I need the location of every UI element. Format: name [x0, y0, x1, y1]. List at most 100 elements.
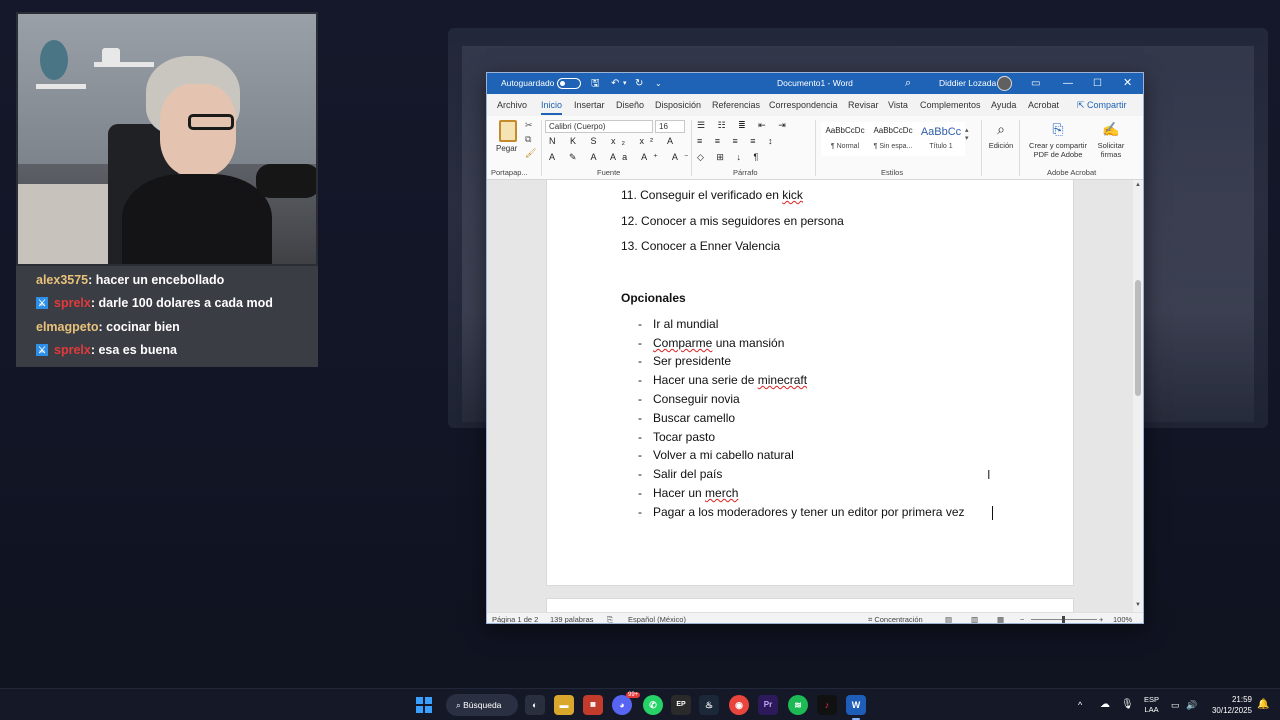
onedrive-icon[interactable]: ☁	[1100, 689, 1110, 720]
style-preview: AaBbCcDc	[825, 126, 865, 135]
paste-icon[interactable]	[499, 120, 517, 142]
request-signatures-button[interactable]: ✍ Solicitar firmas	[1093, 120, 1129, 159]
network-icon[interactable]: ▭	[1171, 689, 1180, 720]
copy-icon[interactable]: ⧉	[525, 134, 531, 145]
customize-toolbar-icon[interactable]: ⌄	[655, 73, 662, 94]
tab-archivo[interactable]: Archivo	[497, 100, 527, 110]
read-mode-icon[interactable]: ▤	[945, 615, 952, 623]
close-icon[interactable]: ✕	[1123, 73, 1132, 94]
redo-icon[interactable]: ↻	[635, 73, 643, 94]
list-item: Comparme una mansión	[653, 336, 784, 350]
webcam-figure	[102, 48, 120, 66]
tab-complementos[interactable]: Complementos	[920, 100, 981, 110]
style-normal[interactable]: AaBbCcDc ¶ Normal	[821, 122, 869, 156]
style-titulo-1[interactable]: AaBbCc Título 1	[917, 122, 965, 156]
undo-dropdown-icon[interactable]: ▾	[623, 73, 627, 94]
chat-message: ⚔ sprelx : darle 100 dolares a cada mod	[36, 292, 318, 316]
editing-button[interactable]: ⌕ Edición	[987, 120, 1015, 150]
search-icon[interactable]: ⌕	[905, 73, 911, 94]
tab-disposicion[interactable]: Disposición	[655, 100, 701, 110]
style-sin-espaciado[interactable]: AaBbCcDc ¶ Sin espa...	[869, 122, 917, 156]
save-icon[interactable]: 🖫	[591, 73, 600, 94]
maximize-icon[interactable]: ☐	[1093, 73, 1102, 94]
tray-overflow-icon[interactable]: ^	[1078, 689, 1082, 720]
windows-start-icon[interactable]	[416, 697, 432, 713]
chat-username: sprelx	[54, 296, 91, 311]
chrome-icon[interactable]: ◉	[729, 695, 749, 715]
styles-group-label: Estilos	[881, 168, 904, 177]
tab-vista[interactable]: Vista	[888, 100, 908, 110]
scroll-down-icon[interactable]: ▼	[1135, 602, 1141, 608]
list-buttons[interactable]: ☰ ☷ ≣ ⇤ ⇥	[697, 120, 791, 131]
create-pdf-button[interactable]: ⎘ Crear y compartir PDF de Adobe	[1023, 120, 1093, 159]
word-taskbar-icon[interactable]: W	[846, 695, 866, 715]
word-count[interactable]: 139 palabras	[550, 615, 593, 623]
format-painter-icon[interactable]: 🖌	[525, 148, 536, 159]
tab-referencias[interactable]: Referencias	[712, 100, 760, 110]
user-name[interactable]: Diddier Lozada	[939, 73, 996, 94]
tab-correspondencia[interactable]: Correspondencia	[769, 100, 838, 110]
taskbar-search[interactable]: ⌕ Búsqueda	[446, 694, 518, 716]
mouse-ibeam-cursor-icon: I	[987, 468, 991, 482]
title-bar: Autoguardado 🖫 ↶ ▾ ↻ ⌄ Documento1 - Word…	[487, 73, 1143, 94]
share-button[interactable]: ⇱ Compartir	[1073, 98, 1131, 113]
search-icon: ⌕	[997, 121, 1005, 137]
microphone-icon[interactable]: 🎙	[1121, 689, 1134, 720]
document-page[interactable]: 11. Conseguir el verificado en kick 12. …	[546, 180, 1074, 586]
proofing-icon[interactable]: ⎘	[607, 615, 613, 623]
font-format-row-2[interactable]: A ✎ A Aa A⁺ A⁻	[549, 152, 695, 163]
font-format-row-1[interactable]: N K S x₂ x² A	[549, 136, 679, 146]
tab-insertar[interactable]: Insertar	[574, 100, 605, 110]
autosave-toggle[interactable]	[557, 78, 581, 89]
volume-icon[interactable]: 🔊	[1186, 689, 1197, 720]
avatar[interactable]	[997, 76, 1012, 91]
zoom-level[interactable]: 100%	[1113, 615, 1132, 623]
ribbon-display-icon[interactable]: ▭	[1031, 73, 1040, 94]
discord-icon[interactable]: ◕	[612, 695, 632, 715]
file-explorer-icon[interactable]: ▬	[554, 695, 574, 715]
group-divider	[815, 120, 816, 176]
word-window: Autoguardado 🖫 ↶ ▾ ↻ ⌄ Documento1 - Word…	[486, 72, 1144, 624]
paste-button-label[interactable]: Pegar	[496, 144, 517, 153]
styles-scroll-icon[interactable]: ▴ ▾	[965, 126, 969, 142]
list-dash: -	[638, 448, 642, 462]
steam-icon[interactable]: ♨	[699, 695, 719, 715]
webcam-glasses	[188, 114, 234, 130]
epic-games-icon[interactable]: EP	[671, 695, 691, 715]
spotify-icon[interactable]: ≋	[788, 695, 808, 715]
print-layout-icon[interactable]: ▥	[971, 615, 978, 623]
shading-buttons[interactable]: ◇ ⊞ ↓ ¶	[697, 152, 763, 163]
tab-diseno[interactable]: Diseño	[616, 100, 644, 110]
document-page-2[interactable]	[546, 598, 1074, 612]
focus-mode[interactable]: ⌗ Concentración	[868, 615, 923, 623]
font-name-select[interactable]: Calibri (Cuerpo)	[545, 120, 653, 133]
task-view-icon[interactable]: ◐	[525, 695, 545, 715]
notifications-bell-icon[interactable]: 🔔	[1257, 689, 1269, 720]
premiere-icon[interactable]: Pr	[758, 695, 778, 715]
tab-acrobat[interactable]: Acrobat	[1028, 100, 1059, 110]
cut-icon[interactable]: ✂	[525, 120, 533, 131]
tab-inicio[interactable]: Inicio	[541, 100, 563, 115]
scroll-up-icon[interactable]: ▲	[1135, 182, 1141, 188]
whatsapp-icon[interactable]: ✆	[643, 695, 663, 715]
news-app-icon[interactable]: ▦	[583, 695, 603, 715]
align-buttons[interactable]: ≡ ≡ ≡ ≡ ↕	[697, 136, 778, 146]
font-size-select[interactable]: 16	[655, 120, 685, 133]
language-status[interactable]: Español (México)	[628, 615, 686, 623]
scroll-thumb[interactable]	[1135, 280, 1141, 396]
tab-ayuda[interactable]: Ayuda	[991, 100, 1016, 110]
web-layout-icon[interactable]: ▦	[997, 615, 1004, 623]
zoom-slider-thumb[interactable]	[1062, 616, 1065, 623]
document-area[interactable]: 11. Conseguir el verificado en kick 12. …	[487, 180, 1133, 612]
tiktok-icon[interactable]: ♪	[817, 695, 837, 715]
list-dash: -	[638, 317, 642, 331]
minimize-icon[interactable]: —	[1063, 73, 1073, 94]
zoom-out-icon[interactable]: −	[1020, 615, 1024, 623]
language-indicator[interactable]: ESP LAA	[1144, 695, 1159, 717]
clock[interactable]: 21:59 30/12/2025	[1206, 694, 1252, 716]
undo-icon[interactable]: ↶	[611, 73, 619, 94]
tab-revisar[interactable]: Revisar	[848, 100, 879, 110]
vertical-scrollbar[interactable]: ▲ ▼	[1133, 180, 1143, 612]
page-count[interactable]: Página 1 de 2	[492, 615, 538, 623]
zoom-in-icon[interactable]: +	[1099, 615, 1103, 623]
